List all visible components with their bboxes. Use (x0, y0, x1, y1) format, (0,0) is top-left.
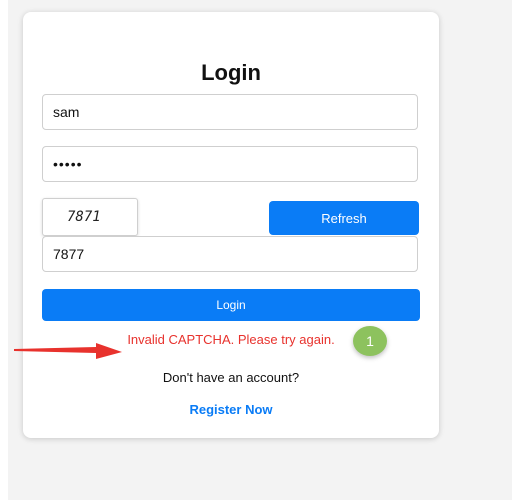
login-card: Login 7871 Refresh Login Invalid CAPTCHA… (23, 12, 439, 438)
captcha-image: 7871 (42, 198, 138, 236)
page-title: Login (201, 60, 261, 85)
page-edge (0, 0, 8, 500)
password-input[interactable] (42, 146, 418, 182)
username-input[interactable] (42, 94, 418, 130)
refresh-captcha-button[interactable]: Refresh (269, 201, 419, 235)
red-arrow-icon (14, 343, 122, 359)
annotation-badge: 1 (353, 326, 387, 356)
register-prompt: Don't have an account? (162, 370, 300, 385)
captcha-input[interactable] (42, 236, 418, 272)
register-link[interactable]: Register Now (23, 402, 439, 417)
login-button[interactable]: Login (42, 289, 420, 321)
